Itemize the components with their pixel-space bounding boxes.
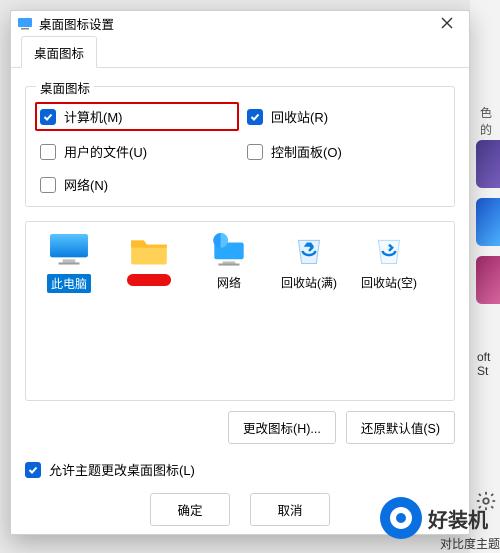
group-legend: 桌面图标 — [36, 78, 94, 97]
checkbox-label: 用户的文件(U) — [64, 142, 147, 161]
redacted-label — [127, 274, 171, 286]
checkbox-computer-highlighted[interactable]: 计算机(M) — [35, 102, 239, 131]
checkbox-label: 控制面板(O) — [271, 142, 342, 161]
watermark-text: 好装机 — [428, 504, 488, 533]
theme-thumbnail — [476, 198, 500, 246]
bg-text-snippet: 色的 — [480, 104, 500, 138]
tab-desktop-icons[interactable]: 桌面图标 — [21, 36, 97, 68]
icon-buttons-row: 更改图标(H)... 还原默认值(S) — [25, 411, 455, 444]
icon-label: 回收站(满) — [281, 276, 337, 290]
checkbox-label: 计算机(M) — [64, 107, 123, 126]
network-icon — [208, 232, 250, 268]
titlebar: 桌面图标设置 — [11, 11, 469, 35]
window-title: 桌面图标设置 — [39, 14, 431, 33]
icon-label: 此电脑 — [47, 274, 91, 293]
icon-recycle-bin-empty[interactable]: 回收站(空) — [352, 232, 426, 291]
icon-network[interactable]: 网络 — [192, 232, 266, 291]
checkbox-icon — [247, 109, 263, 125]
close-button[interactable] — [431, 11, 463, 35]
icon-user-folder[interactable] — [112, 232, 186, 289]
checkbox-label: 回收站(R) — [271, 107, 328, 126]
desktop-icons-group: 桌面图标 计算机(M) 回收站(R) — [25, 86, 455, 207]
cancel-button[interactable]: 取消 — [250, 493, 330, 526]
checkbox-label: 网络(N) — [64, 175, 108, 194]
checkbox-grid: 计算机(M) 回收站(R) 用户的文件(U) — [40, 105, 440, 194]
tab-row: 桌面图标 — [11, 35, 469, 68]
dialog-content: 桌面图标 计算机(M) 回收站(R) — [11, 68, 469, 483]
bg-text-snippet: oft St — [477, 350, 500, 378]
icon-recycle-bin-full[interactable]: 回收站(满) — [272, 232, 346, 291]
window-icon — [17, 15, 33, 31]
folder-icon — [128, 232, 170, 268]
checkbox-icon — [25, 462, 41, 478]
recycle-bin-empty-icon — [368, 232, 410, 268]
checkbox-network[interactable]: 网络(N) — [40, 175, 233, 194]
icon-preview-list[interactable]: 此电脑 网络 回收站(满) — [25, 221, 455, 401]
watermark: 好装机 — [380, 497, 488, 539]
checkbox-user-files[interactable]: 用户的文件(U) — [40, 142, 233, 161]
checkbox-label: 允许主题更改桌面图标(L) — [49, 460, 195, 479]
theme-thumbnail — [476, 140, 500, 188]
change-icon-button[interactable]: 更改图标(H)... — [228, 411, 336, 444]
icon-label: 网络 — [217, 276, 241, 290]
checkbox-icon — [247, 144, 263, 160]
icon-label: 回收站(空) — [361, 276, 417, 290]
checkbox-icon — [40, 109, 56, 125]
ok-button[interactable]: 确定 — [150, 493, 230, 526]
desktop-icon-settings-dialog: 桌面图标设置 桌面图标 桌面图标 计算机(M) 回收站 — [10, 10, 470, 535]
icon-this-pc[interactable]: 此电脑 — [32, 232, 106, 293]
allow-theme-checkbox[interactable]: 允许主题更改桌面图标(L) — [25, 460, 455, 479]
theme-thumbnail — [476, 256, 500, 304]
monitor-icon — [48, 232, 90, 268]
checkbox-icon — [40, 177, 56, 193]
checkbox-recycle-bin[interactable]: 回收站(R) — [247, 105, 440, 128]
checkbox-icon — [40, 144, 56, 160]
recycle-bin-full-icon — [288, 232, 330, 268]
restore-defaults-button[interactable]: 还原默认值(S) — [346, 411, 455, 444]
checkbox-control-panel[interactable]: 控制面板(O) — [247, 142, 440, 161]
watermark-logo-icon — [380, 497, 422, 539]
